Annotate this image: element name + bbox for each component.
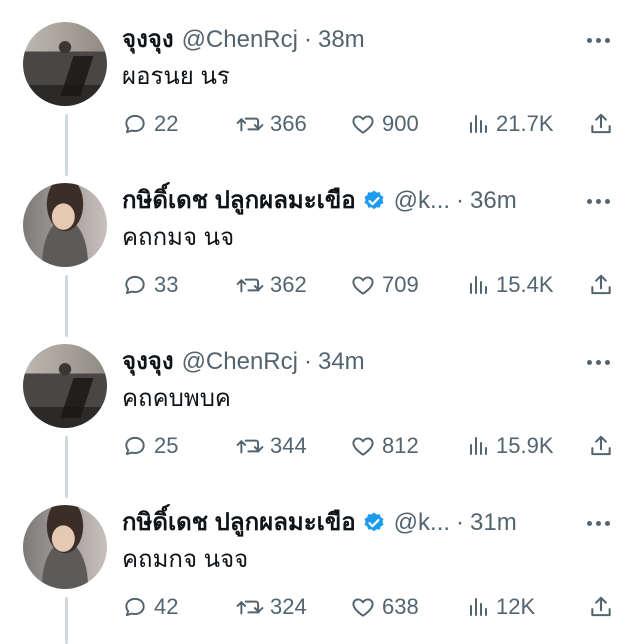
user-handle[interactable]: @ChenRcj [182, 26, 298, 54]
views-button[interactable]: 21.7K [466, 108, 554, 140]
share-button[interactable] [588, 269, 614, 301]
action-bar: 25 344 812 15.9K [122, 430, 617, 462]
tweet-text: คถกมจ นจ [122, 224, 235, 251]
like-count: 812 [382, 433, 419, 458]
heart-icon [352, 598, 374, 617]
separator-dot: · [303, 348, 312, 375]
share-upload-icon [591, 596, 611, 617]
retweet-count: 344 [270, 433, 307, 458]
tweet-header: กษิดิ์เดช ปลูกผลมะเขือ @k... · 36m [122, 187, 517, 215]
speech-bubble-icon [125, 436, 145, 456]
retweet-button[interactable]: 344 [236, 430, 307, 462]
tweet-text: ผอรนย นร [122, 63, 230, 90]
like-button[interactable]: 900 [350, 108, 419, 140]
reply-button[interactable]: 25 [122, 430, 178, 462]
tweet-header: กษิดิ์เดช ปลูกผลมะเขือ @k... · 31m [122, 509, 517, 537]
reply-count: 22 [154, 111, 179, 136]
views-count: 15.4K [496, 272, 554, 297]
bar-chart-icon [470, 276, 487, 294]
avatar[interactable] [23, 344, 107, 428]
retweet-button[interactable]: 324 [236, 591, 307, 623]
bar-chart-icon [470, 115, 487, 133]
reply-button[interactable]: 42 [122, 591, 178, 623]
like-count: 709 [382, 272, 419, 297]
heart-icon [352, 115, 374, 134]
retweet-arrows-icon [236, 117, 264, 132]
display-name[interactable]: จุงจุง [122, 26, 174, 54]
tweet-text: คถมกจ นจจ [122, 546, 249, 573]
reply-count: 33 [154, 272, 179, 297]
user-handle[interactable]: @ChenRcj [182, 348, 298, 376]
retweet-arrows-icon [236, 439, 264, 454]
display-name[interactable]: จุงจุง [122, 348, 174, 376]
retweet-arrows-icon [236, 278, 264, 293]
like-count: 638 [382, 594, 419, 619]
more-dots-icon[interactable] [583, 189, 613, 213]
like-count: 900 [382, 111, 419, 136]
views-count: 12K [496, 594, 536, 619]
share-button[interactable] [588, 591, 614, 623]
reply-count: 42 [154, 594, 179, 619]
speech-bubble-icon [125, 597, 145, 617]
share-upload-icon [591, 274, 611, 295]
heart-icon [352, 437, 374, 456]
share-button[interactable] [588, 108, 614, 140]
tweet[interactable]: กษิดิ์เดช ปลูกผลมะเขือ @k... · 36m คถกมจ… [0, 161, 637, 322]
retweet-count: 324 [270, 594, 307, 619]
share-upload-icon [591, 113, 611, 134]
like-button[interactable]: 638 [350, 591, 419, 623]
views-button[interactable]: 12K [466, 591, 535, 623]
retweet-button[interactable]: 362 [236, 269, 307, 301]
bar-chart-icon [470, 437, 487, 455]
verified-badge-icon [362, 511, 386, 535]
tweet[interactable]: กษิดิ์เดช ปลูกผลมะเขือ @k... · 31m คถมกจ… [0, 483, 637, 644]
views-count: 21.7K [496, 111, 554, 136]
views-button[interactable]: 15.4K [466, 269, 554, 301]
tweet-header: จุงจุง @ChenRcj · 38m [122, 26, 365, 54]
like-button[interactable]: 812 [350, 430, 419, 462]
timestamp[interactable]: 38m [318, 26, 365, 54]
retweet-count: 362 [270, 272, 307, 297]
views-count: 15.9K [496, 433, 554, 458]
speech-bubble-icon [125, 114, 145, 134]
tweet-text: คถคบพบค [122, 385, 231, 412]
more-dots-icon[interactable] [583, 511, 613, 535]
share-button[interactable] [588, 430, 614, 462]
tweet[interactable]: จุงจุง @ChenRcj · 38m ผอรนย นร 22 366 90… [0, 0, 637, 161]
reply-count: 25 [154, 433, 179, 458]
separator-dot: · [303, 26, 312, 53]
timestamp[interactable]: 36m [470, 187, 517, 215]
tweet[interactable]: จุงจุง @ChenRcj · 34m คถคบพบค 25 344 812… [0, 322, 637, 483]
avatar[interactable] [23, 505, 107, 589]
user-handle[interactable]: @k... [394, 187, 450, 215]
avatar[interactable] [23, 183, 107, 267]
speech-bubble-icon [125, 275, 145, 295]
avatar[interactable] [23, 22, 107, 106]
action-bar: 42 324 638 12K [122, 591, 617, 623]
reply-button[interactable]: 22 [122, 108, 178, 140]
display-name[interactable]: กษิดิ์เดช ปลูกผลมะเขือ [122, 509, 356, 537]
retweet-button[interactable]: 366 [236, 108, 307, 140]
views-button[interactable]: 15.9K [466, 430, 554, 462]
more-dots-icon[interactable] [583, 350, 613, 374]
bar-chart-icon [470, 598, 487, 616]
share-upload-icon [591, 435, 611, 456]
like-button[interactable]: 709 [350, 269, 419, 301]
reply-button[interactable]: 33 [122, 269, 178, 301]
retweet-arrows-icon [236, 600, 264, 615]
separator-dot: · [456, 509, 465, 536]
tweet-header: จุงจุง @ChenRcj · 34m [122, 348, 365, 376]
separator-dot: · [456, 187, 465, 214]
heart-icon [352, 276, 374, 295]
more-dots-icon[interactable] [583, 28, 613, 52]
verified-badge-icon [362, 189, 386, 213]
action-bar: 33 362 709 15.4K [122, 269, 617, 301]
timestamp[interactable]: 34m [318, 348, 365, 376]
action-bar: 22 366 900 21.7K [122, 108, 617, 140]
retweet-count: 366 [270, 111, 307, 136]
user-handle[interactable]: @k... [394, 509, 450, 537]
timestamp[interactable]: 31m [470, 509, 517, 537]
display-name[interactable]: กษิดิ์เดช ปลูกผลมะเขือ [122, 187, 356, 215]
